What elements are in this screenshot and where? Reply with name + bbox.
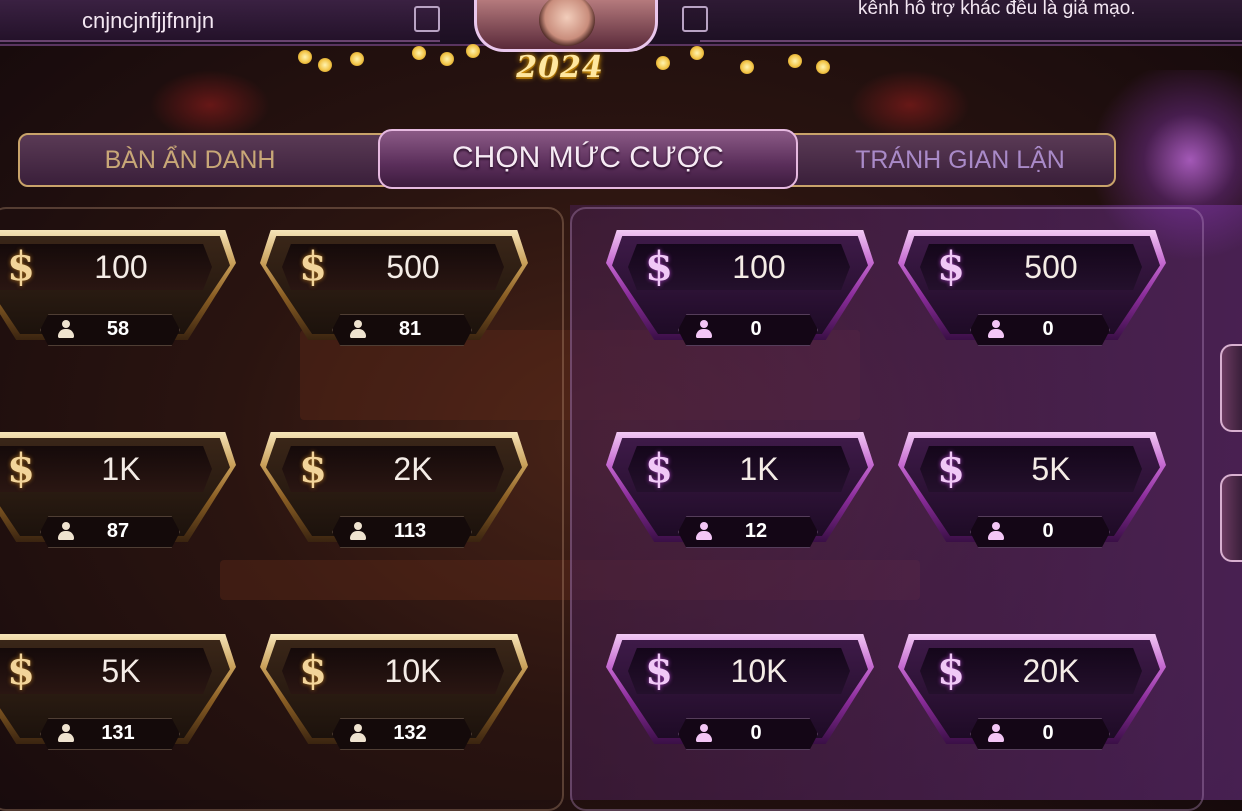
bet-card[interactable]: $ 10K 132 <box>260 634 528 752</box>
bet-card[interactable]: $ 2K 113 <box>260 432 528 550</box>
bet-card[interactable]: $ 1K 87 <box>0 432 236 550</box>
bet-value: 100 <box>94 249 148 285</box>
flower-decoration <box>656 56 670 70</box>
player-count: 0 <box>750 722 762 744</box>
flower-decoration <box>788 54 802 68</box>
username-field: cnjncjnfjjfnnjn <box>0 0 440 42</box>
player-count: 132 <box>393 722 427 744</box>
user-icon <box>350 724 366 742</box>
user-icon <box>350 320 366 338</box>
player-count: 12 <box>744 520 768 542</box>
flower-decoration <box>412 46 426 60</box>
bet-value: 20K <box>1022 653 1080 689</box>
bet-card[interactable]: $ 500 81 <box>260 230 528 348</box>
flower-decoration <box>816 60 830 74</box>
bet-value: 500 <box>386 249 440 285</box>
bet-value: 1K <box>101 451 141 487</box>
bet-card[interactable]: $ 100 58 <box>0 230 236 348</box>
dollar-icon: $ <box>937 243 965 290</box>
dollar-icon: $ <box>645 647 673 694</box>
bet-value: 10K <box>730 653 788 689</box>
bet-value: 1K <box>739 451 779 487</box>
dollar-icon: $ <box>645 445 673 492</box>
player-count: 58 <box>106 318 130 340</box>
player-count: 81 <box>398 318 422 340</box>
bet-card[interactable]: $ 100 0 <box>606 230 874 348</box>
dollar-icon: $ <box>299 445 327 492</box>
dollar-icon: $ <box>299 647 327 694</box>
dollar-icon: $ <box>7 647 35 694</box>
flower-decoration <box>466 44 480 58</box>
bet-card[interactable]: $ 1K 12 <box>606 432 874 550</box>
player-count: 0 <box>750 318 762 340</box>
dollar-icon: $ <box>937 445 965 492</box>
corner-ornament-icon <box>682 6 708 32</box>
side-scroll-button[interactable] <box>1220 344 1242 432</box>
host-avatar <box>474 0 658 52</box>
player-count: 131 <box>101 722 135 744</box>
username: cnjncjnfjjfnnjn <box>82 8 215 33</box>
user-icon <box>988 522 1004 540</box>
player-count: 0 <box>1042 520 1054 542</box>
bet-value: 5K <box>1031 451 1071 487</box>
player-count: 113 <box>393 520 427 542</box>
side-scroll-button[interactable] <box>1220 474 1242 562</box>
dollar-icon: $ <box>645 243 673 290</box>
bet-card[interactable]: $ 20K 0 <box>898 634 1166 752</box>
flower-decoration <box>440 52 454 66</box>
lantern-decoration-right <box>850 70 970 140</box>
bet-card[interactable]: $ 5K 131 <box>0 634 236 752</box>
user-icon <box>58 320 74 338</box>
user-icon <box>696 724 712 742</box>
bet-card[interactable]: $ 5K 0 <box>898 432 1166 550</box>
user-icon <box>58 522 74 540</box>
corner-ornament-icon <box>414 6 440 32</box>
dollar-icon: $ <box>937 647 965 694</box>
tab-bar: BÀN ẨN DANH TRÁNH GIAN LẬN CHỌN MỨC CƯỢC <box>18 129 1116 189</box>
bet-value: 5K <box>101 653 141 689</box>
tab-choose-bet-level[interactable]: CHỌN MỨC CƯỢC <box>378 129 798 189</box>
player-count: 0 <box>1042 318 1054 340</box>
flower-decoration <box>318 58 332 72</box>
user-icon <box>350 522 366 540</box>
bet-value: 2K <box>393 451 433 487</box>
user-icon <box>696 522 712 540</box>
bet-card[interactable]: $ 10K 0 <box>606 634 874 752</box>
dollar-icon: $ <box>7 243 35 290</box>
tab-anti-cheat[interactable]: TRÁNH GIAN LẬN <box>810 135 1110 185</box>
user-icon <box>58 724 74 742</box>
tab-anonymous-table[interactable]: BÀN ẨN DANH <box>40 135 340 185</box>
bet-value: 500 <box>1024 249 1078 285</box>
flower-decoration <box>740 60 754 74</box>
flower-decoration <box>298 50 312 64</box>
flower-decoration <box>690 46 704 60</box>
notice-text: kênh hỗ trợ khác đều là giả mạo. <box>858 0 1136 19</box>
bet-value: 100 <box>732 249 786 285</box>
flower-decoration <box>350 52 364 66</box>
lantern-decoration-left <box>150 70 270 140</box>
dollar-icon: $ <box>7 445 35 492</box>
user-icon <box>988 724 1004 742</box>
dollar-icon: $ <box>299 243 327 290</box>
user-icon <box>696 320 712 338</box>
avatar-face <box>539 0 595 46</box>
user-icon <box>988 320 1004 338</box>
logo-2024: 2024 <box>516 50 604 85</box>
bet-card[interactable]: $ 500 0 <box>898 230 1166 348</box>
bet-value: 10K <box>384 653 442 689</box>
player-count: 87 <box>106 520 130 542</box>
player-count: 0 <box>1042 722 1054 744</box>
